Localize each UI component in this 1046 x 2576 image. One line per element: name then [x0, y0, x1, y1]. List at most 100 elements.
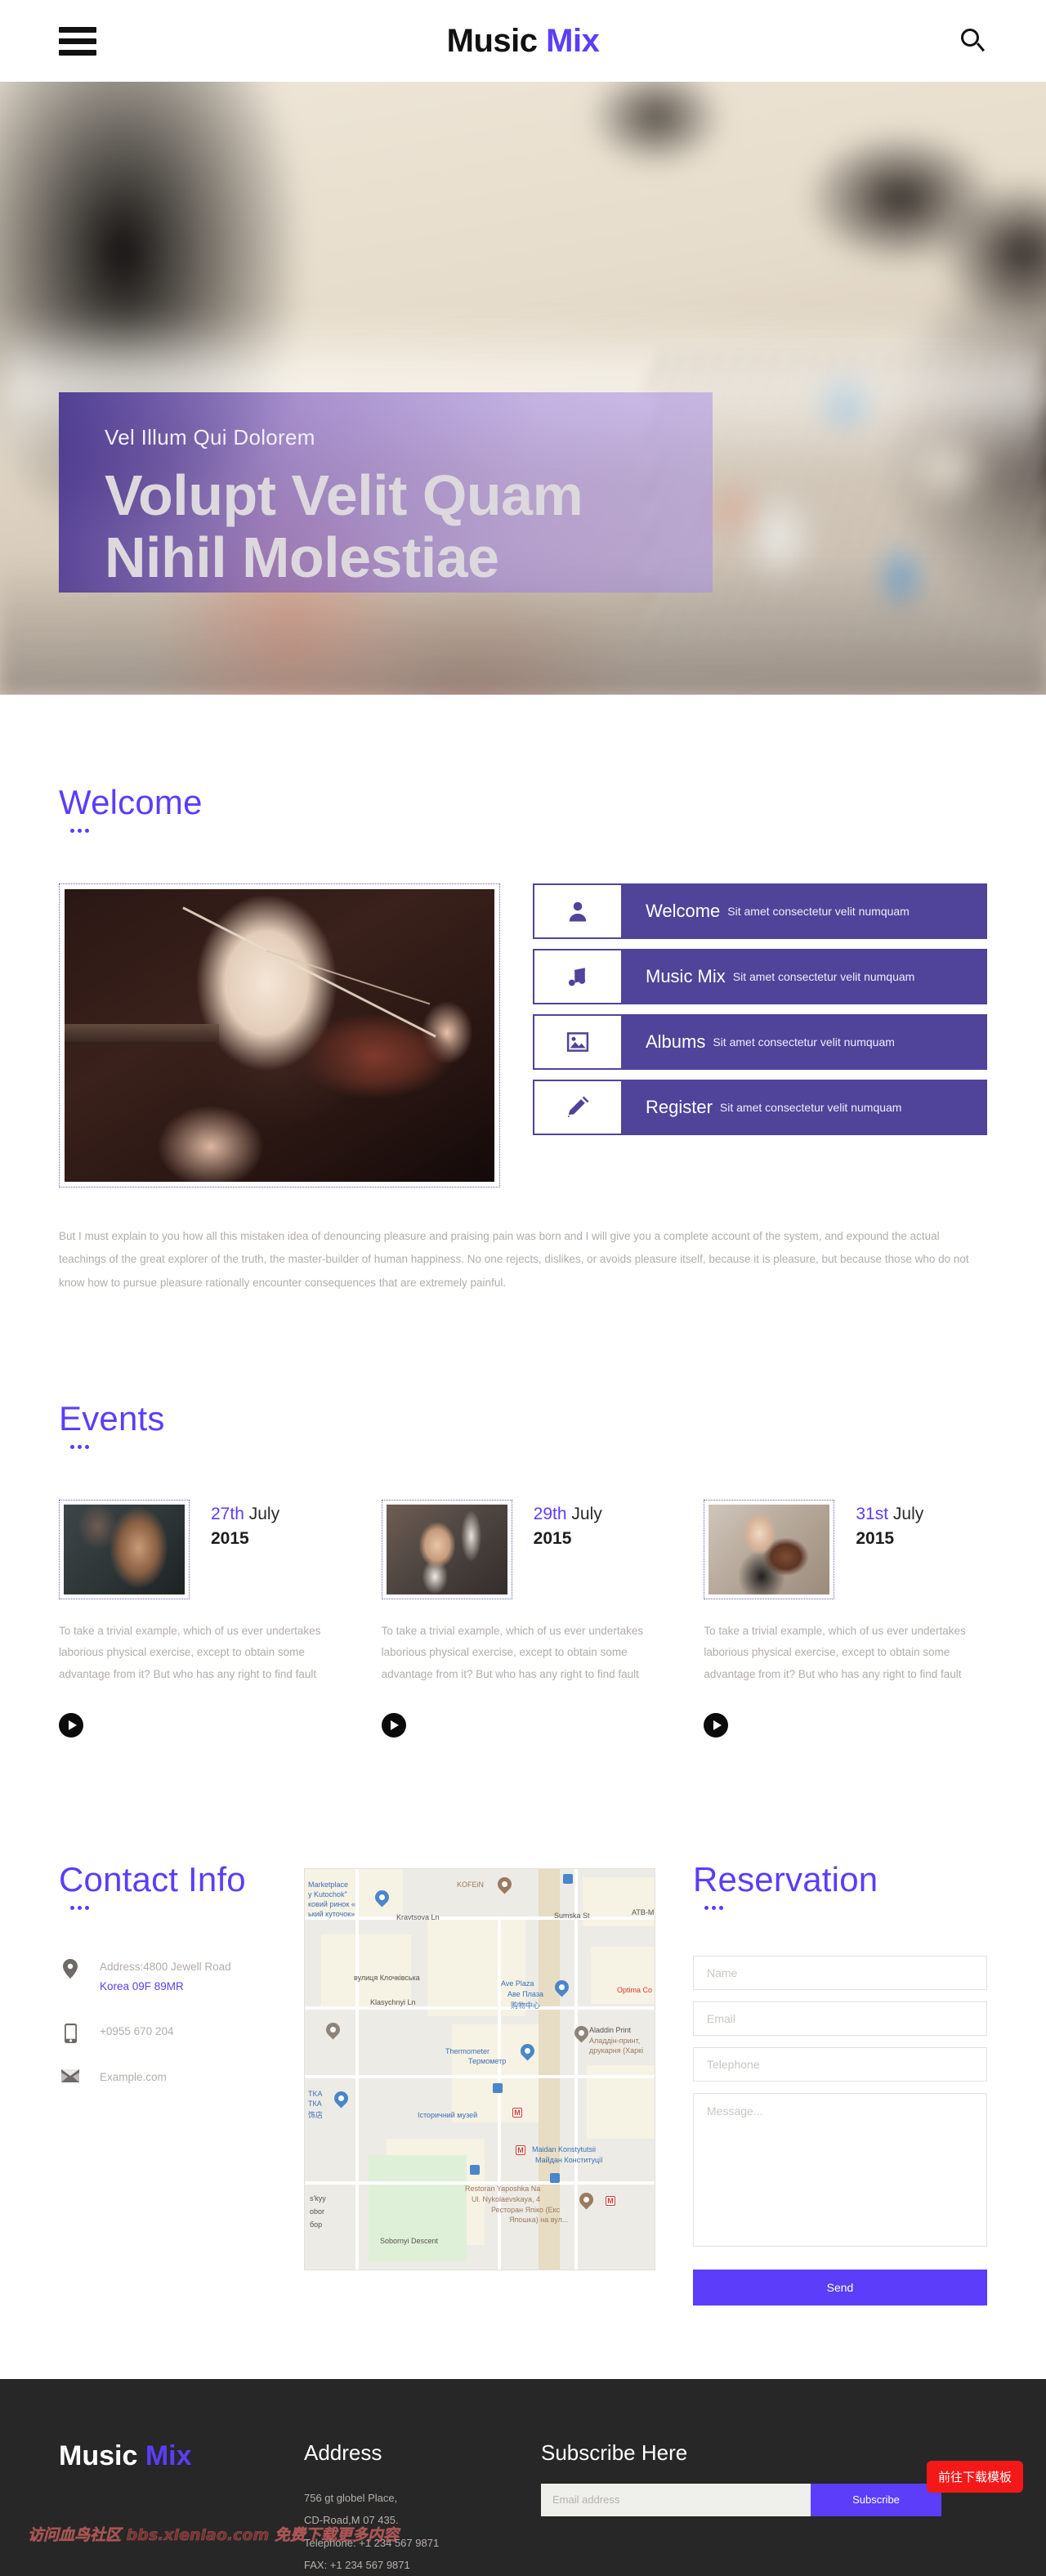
hamburger-bar — [59, 38, 96, 44]
feature-item-albums[interactable]: Albums Sit amet consectetur velit numqua… — [533, 1014, 987, 1070]
map-label: Ul. Nykolaevskaya, 4 — [472, 2194, 541, 2203]
reservation-heading: Reservation — [693, 1859, 878, 1898]
hero-banner: Vel Illum Qui Dolorem Volupt Velit Quam … — [0, 82, 1046, 695]
hero-title: Volupt Velit Quam Nihil Molestiae — [105, 463, 667, 589]
map-label: Maidan Konstytutsii — [532, 2144, 597, 2153]
events-heading: Events — [59, 1399, 165, 1438]
map-label: Історичний музей — [418, 2110, 478, 2119]
event-year: 2015 — [211, 1529, 249, 1549]
event-month: July — [248, 1505, 280, 1524]
feature-sublabel: Sit amet consectetur velit numquam — [719, 1101, 902, 1114]
map-label: Optima Co — [617, 1985, 653, 1994]
hero-title-line2: Nihil Molestiae — [105, 525, 499, 589]
event-card: 27th July 2015 To take a trivial example… — [59, 1500, 342, 1737]
map-label: бор — [310, 2220, 323, 2229]
map-label: ATB-M — [632, 1907, 655, 1916]
play-icon[interactable] — [59, 1712, 83, 1737]
hamburger-bar — [59, 49, 96, 56]
location-pin-icon — [59, 1957, 82, 1979]
send-button[interactable]: Send — [693, 2269, 987, 2305]
hero-caption-box: Vel Illum Qui Dolorem Volupt Velit Quam … — [59, 392, 713, 593]
contact-email-row: Example.com — [59, 2068, 304, 2087]
pencil-icon — [533, 1080, 623, 1135]
map-label: Аладдін-принт, — [589, 2036, 641, 2045]
map-label: Ресторан Япіко (Екс — [491, 2205, 561, 2214]
event-month: July — [892, 1505, 924, 1524]
event-thumbnail-image — [64, 1505, 185, 1595]
footer-logo-primary: Music — [59, 2440, 145, 2471]
map-label: 饰店 — [308, 2110, 324, 2119]
map-label: друкарня (Харкі — [589, 2046, 644, 2055]
feature-item-register[interactable]: Register Sit amet consectetur velit numq… — [533, 1080, 987, 1135]
event-day: 29th — [533, 1505, 567, 1524]
map-label: Термометр — [468, 2056, 507, 2065]
map-label: TKA — [308, 2089, 323, 2098]
map-label: Ave Plaza — [501, 1979, 534, 1988]
feature-item-welcome[interactable]: Welcome Sit amet consectetur velit numqu… — [533, 883, 987, 939]
contact-section: Contact Info Address:4800 Jewell Road Ko… — [0, 1737, 1046, 2305]
contact-info-column: Contact Info Address:4800 Jewell Road Ko… — [59, 1860, 304, 2087]
subscribe-email-input[interactable] — [541, 2483, 811, 2516]
logo-text-accent: Mix — [546, 22, 600, 59]
map-label: Sumska St — [554, 1911, 590, 1920]
map-label: Aladdin Print — [589, 2025, 632, 2034]
telephone-input[interactable] — [693, 2046, 987, 2082]
map-label: KOFEiN — [457, 1880, 485, 1889]
message-textarea[interactable] — [693, 2092, 987, 2247]
feature-label: Welcome — [646, 901, 721, 921]
map-label: ький куточок» — [308, 1909, 355, 1918]
mobile-phone-icon — [59, 2022, 82, 2043]
event-day: 31st — [856, 1505, 889, 1524]
feature-item-music-mix[interactable]: Music Mix Sit amet consectetur velit num… — [533, 949, 987, 1004]
contact-heading: Contact Info — [59, 1859, 246, 1898]
feature-sublabel: Sit amet consectetur velit numquam — [732, 970, 915, 983]
hero-eyebrow: Vel Illum Qui Dolorem — [105, 425, 315, 449]
hero-title-line1: Volupt Velit Quam — [105, 463, 583, 527]
reservation-column: Reservation Send — [655, 1860, 987, 2305]
logo-text-primary: Music — [446, 22, 547, 59]
welcome-heading: Welcome — [59, 783, 203, 821]
map-label: 购物中心 — [511, 2001, 541, 2010]
contact-phone-row: +0955 670 204 — [59, 2022, 304, 2043]
event-description: To take a trivial example, which of us e… — [704, 1625, 966, 1680]
feature-label: Register — [646, 1097, 713, 1117]
play-icon[interactable] — [381, 1712, 406, 1737]
event-thumbnail-frame — [704, 1500, 835, 1600]
watermark-text: 访问血鸟社区 bbs.xieniao.com 免费下载更多内容 — [28, 2526, 399, 2545]
heading-dots — [59, 829, 987, 833]
event-year: 2015 — [533, 1529, 572, 1549]
feature-list: Welcome Sit amet consectetur velit numqu… — [533, 883, 987, 1135]
play-icon[interactable] — [704, 1712, 729, 1737]
hamburger-icon[interactable] — [59, 26, 96, 56]
download-template-badge[interactable]: 前往下载模板 — [926, 2460, 1023, 2493]
location-map[interactable]: Marketplacey Kutochok"ковий ринок «ький … — [304, 1867, 655, 2270]
violinist-photo — [65, 889, 494, 1182]
email-input[interactable] — [693, 2001, 987, 2036]
feature-label: Albums — [646, 1031, 706, 1052]
footer-brand: Music Mix — [59, 2440, 304, 2576]
map-label: Restoran Yaposhka Na — [465, 2184, 541, 2193]
map-label: Sobornyi Descent — [380, 2236, 439, 2245]
music-note-icon — [533, 949, 623, 1004]
event-card: 31st July 2015 To take a trivial example… — [704, 1500, 987, 1737]
map-label: Аве Плаза — [507, 1989, 543, 1998]
event-thumbnail-frame — [381, 1500, 512, 1600]
name-input[interactable] — [693, 1955, 987, 1990]
subscribe-button[interactable]: Subscribe — [811, 2483, 941, 2516]
map-label: s'kyy — [310, 2194, 326, 2203]
event-date: 27th July 2015 — [211, 1500, 279, 1549]
search-icon[interactable] — [959, 27, 987, 55]
map-label: y Kutochok" — [308, 1890, 347, 1898]
footer-address: Address 756 gt globel Place, CD-Road,M 0… — [304, 2440, 541, 2576]
contact-address-row: Address:4800 Jewell Road Korea 09F 89MR — [59, 1957, 304, 1997]
event-description: To take a trivial example, which of us e… — [381, 1625, 644, 1680]
map-label: Thermometer — [445, 2046, 490, 2055]
map-label: ТКА — [308, 2099, 322, 2108]
user-icon — [533, 883, 623, 939]
map-label: вулиця Клочківська — [354, 1973, 420, 1982]
contact-phone: +0955 670 204 — [100, 2024, 174, 2037]
feature-sublabel: Sit amet consectetur velit numquam — [727, 905, 910, 918]
site-logo: Music Mix — [0, 23, 1046, 60]
contact-address-line1: Address:4800 Jewell Road — [100, 1960, 231, 1973]
event-date: 31st July 2015 — [856, 1500, 923, 1549]
